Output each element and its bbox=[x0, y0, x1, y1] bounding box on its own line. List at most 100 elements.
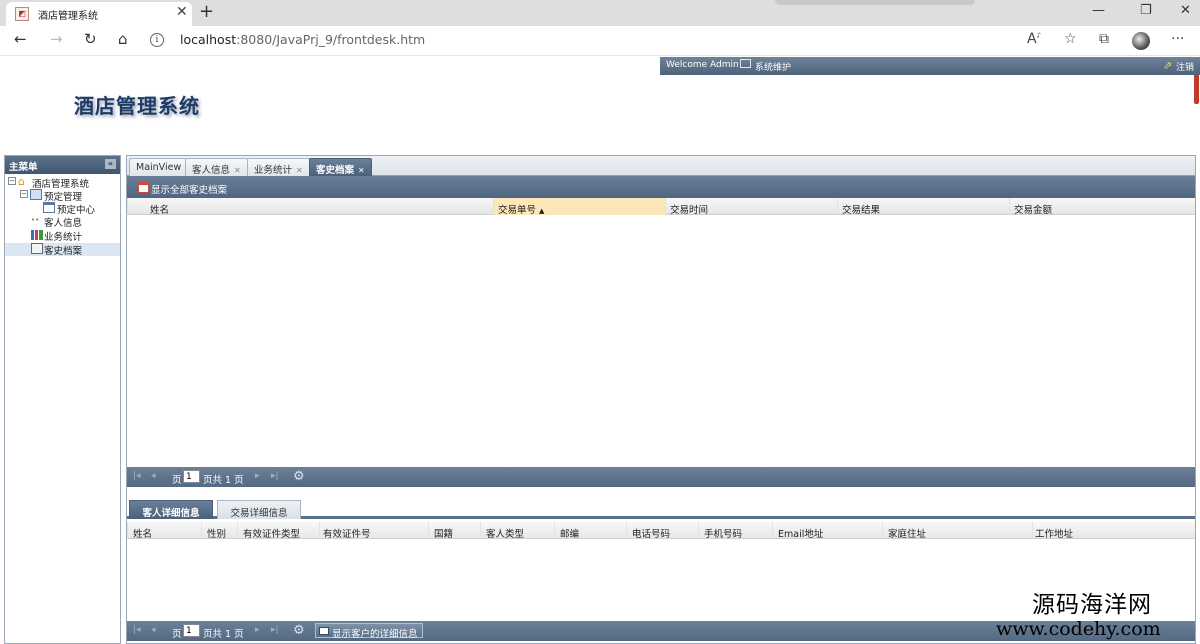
column-header-transaction-result[interactable]: 交易结果 bbox=[837, 198, 1009, 216]
column-header-guest-type[interactable]: 客人类型 bbox=[480, 522, 554, 540]
system-maintenance-link[interactable]: 系统维护 bbox=[755, 60, 791, 73]
tree-node-guest-info[interactable]: •• 客人信息 bbox=[5, 215, 120, 229]
logout-link[interactable]: 注销 bbox=[1176, 60, 1194, 73]
address-bar[interactable]: localhost:8080/JavaPrj_9/frontdesk.htm bbox=[180, 32, 425, 47]
minimize-icon[interactable]: — bbox=[1092, 3, 1105, 18]
column-header-name[interactable]: 姓名 bbox=[127, 522, 201, 540]
site-info-icon[interactable]: i bbox=[150, 33, 164, 47]
detail-tab-strip: 客人详细信息 交易详细信息 bbox=[127, 498, 1195, 519]
tab-guest-history[interactable]: 客史档案 ✕ bbox=[309, 158, 372, 176]
tree-collapse-icon[interactable]: − bbox=[20, 190, 28, 198]
folder-icon bbox=[30, 189, 42, 200]
panel-gap bbox=[127, 487, 1195, 498]
close-tab-icon[interactable]: ✕ bbox=[358, 166, 365, 175]
calendar-icon bbox=[43, 202, 55, 213]
page-number-input[interactable]: 1 bbox=[183, 470, 200, 483]
column-header-email[interactable]: Email地址 bbox=[772, 522, 882, 540]
more-menu-icon[interactable]: ··· bbox=[1171, 31, 1184, 47]
next-page-icon[interactable]: ▸ bbox=[255, 471, 260, 481]
collections-icon[interactable]: ⧉ bbox=[1099, 31, 1109, 47]
page-number-input[interactable]: 1 bbox=[183, 624, 200, 637]
tree-node-statistics[interactable]: 业务统计 bbox=[5, 229, 120, 243]
column-header-mobile[interactable]: 手机号码 bbox=[698, 522, 772, 540]
refresh-icon[interactable]: ↻ bbox=[84, 30, 97, 48]
url-host: localhost bbox=[180, 32, 237, 47]
last-page-icon[interactable]: ▸| bbox=[271, 471, 279, 481]
welcome-text: Welcome Admin bbox=[666, 60, 739, 70]
column-header-transaction-no[interactable]: 交易单号 ▲ bbox=[493, 198, 665, 216]
back-arrow-icon[interactable]: ← bbox=[14, 30, 27, 48]
show-all-history-button[interactable]: 显示全部客史档案 bbox=[151, 182, 227, 196]
tree-node-root[interactable]: − ⌂ 酒店管理系统 bbox=[5, 176, 120, 190]
column-header-gender[interactable]: 性别 bbox=[201, 522, 237, 540]
close-tab-icon[interactable]: ✕ bbox=[234, 166, 241, 175]
tab-mainview[interactable]: MainView bbox=[129, 158, 189, 176]
show-guest-detail-button[interactable]: 显示客户的详细信息 bbox=[315, 623, 423, 640]
column-header-work-address[interactable]: 工作地址 bbox=[1032, 522, 1195, 540]
next-page-icon[interactable]: ▸ bbox=[255, 625, 260, 635]
tree-node-label: 业务统计 bbox=[44, 232, 83, 243]
tab-transaction-detail[interactable]: 交易详细信息 bbox=[217, 500, 301, 519]
page-label: 页 bbox=[172, 475, 182, 486]
tree-node-booking[interactable]: − 预定管理 bbox=[5, 189, 120, 203]
bar-chart-icon bbox=[31, 230, 43, 240]
logout-icon: ⇗ bbox=[1163, 59, 1173, 72]
tree-node-guest-history[interactable]: 客史档案 bbox=[5, 243, 120, 257]
close-tab-icon[interactable]: ✕ bbox=[176, 4, 188, 20]
tree-collapse-icon[interactable]: − bbox=[8, 177, 16, 185]
browser-tab-title: 酒店管理系统 bbox=[38, 11, 98, 22]
browser-navigation-bar: ← → ↻ ⌂ i localhost:8080/JavaPrj_9/front… bbox=[0, 26, 1200, 104]
forward-arrow-icon[interactable]: → bbox=[50, 30, 63, 48]
app-title: 酒店管理系统 bbox=[74, 94, 200, 118]
tab-guest-detail[interactable]: 客人详细信息 bbox=[129, 500, 213, 519]
watermark-line-2: www.codehy.com bbox=[996, 618, 1161, 640]
history-grid-header: 姓名 交易单号 ▲ 交易时间 交易结果 交易金额 bbox=[127, 198, 1195, 216]
guests-icon: •• bbox=[31, 216, 40, 224]
url-path: :8080/JavaPrj_9/frontdesk.htm bbox=[236, 32, 426, 47]
new-tab-button[interactable]: + bbox=[199, 1, 214, 22]
archive-icon bbox=[31, 243, 43, 254]
tree-node-label: 酒店管理系统 bbox=[32, 179, 90, 190]
tab-guest-info[interactable]: 客人信息 ✕ bbox=[185, 158, 248, 176]
window-drag-handle[interactable] bbox=[775, 0, 975, 5]
monitor-icon bbox=[740, 59, 751, 68]
close-window-icon[interactable]: ✕ bbox=[1180, 3, 1191, 18]
column-header-postcode[interactable]: 邮编 bbox=[554, 522, 626, 540]
tab-label: 客史档案 bbox=[316, 165, 355, 176]
tree-node-label: 客人信息 bbox=[44, 218, 83, 229]
watermark: 源码海洋网 www.codehy.com bbox=[996, 592, 1161, 639]
tab-statistics[interactable]: 业务统计 ✕ bbox=[247, 158, 310, 176]
column-header-nationality[interactable]: 国籍 bbox=[428, 522, 480, 540]
browser-tab[interactable]: ◩ 酒店管理系统 ✕ bbox=[6, 2, 192, 26]
tab-label: 业务统计 bbox=[254, 165, 293, 176]
history-grid-body bbox=[127, 215, 1195, 467]
refresh-grid-icon[interactable]: ⚙ bbox=[293, 623, 305, 638]
refresh-grid-icon[interactable]: ⚙ bbox=[293, 469, 305, 484]
history-pager: |◂ ◂ 页 1 页共 1 页 ▸ ▸| ⚙ bbox=[127, 467, 1195, 487]
previous-page-icon[interactable]: ◂ bbox=[151, 625, 156, 635]
previous-page-icon[interactable]: ◂ bbox=[151, 471, 156, 481]
column-header-id-number[interactable]: 有效证件号 bbox=[319, 522, 428, 540]
tree-node-booking-center[interactable]: 预定中心 bbox=[5, 202, 120, 216]
last-page-icon[interactable]: ▸| bbox=[271, 625, 279, 635]
first-page-icon[interactable]: |◂ bbox=[133, 471, 141, 481]
maximize-icon[interactable]: ❐ bbox=[1140, 3, 1152, 18]
read-aloud-icon[interactable]: A♪ bbox=[1027, 31, 1041, 47]
column-header-home-address[interactable]: 家庭住址 bbox=[882, 522, 1032, 540]
first-page-icon[interactable]: |◂ bbox=[133, 625, 141, 635]
page-label: 页 bbox=[172, 629, 182, 640]
tab-label: MainView bbox=[136, 162, 182, 173]
collapse-panel-icon[interactable]: « bbox=[105, 159, 116, 169]
button-label: 显示客户的详细信息 bbox=[332, 629, 418, 640]
favorites-icon[interactable]: ☆ bbox=[1064, 31, 1077, 47]
profile-avatar[interactable] bbox=[1132, 32, 1150, 50]
watermark-line-1: 源码海洋网 bbox=[1032, 592, 1152, 618]
column-header-transaction-amount[interactable]: 交易金额 bbox=[1009, 198, 1195, 216]
column-header-phone[interactable]: 电话号码 bbox=[626, 522, 698, 540]
close-tab-icon[interactable]: ✕ bbox=[296, 166, 303, 175]
home-icon[interactable]: ⌂ bbox=[118, 30, 128, 48]
column-header-name[interactable]: 姓名 bbox=[127, 198, 493, 216]
column-header-transaction-time[interactable]: 交易时间 bbox=[665, 198, 837, 216]
calendar-icon bbox=[138, 182, 149, 193]
column-header-id-type[interactable]: 有效证件类型 bbox=[237, 522, 319, 540]
